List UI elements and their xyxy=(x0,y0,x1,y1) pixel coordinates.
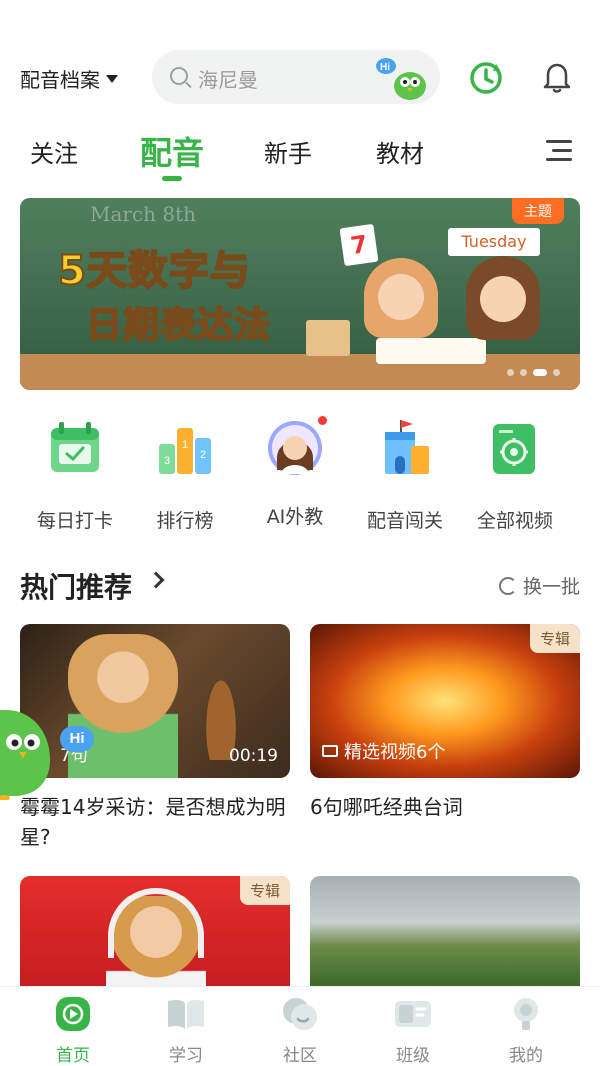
quick-leaderboard[interactable]: 3 1 2 排行榜 xyxy=(130,412,240,533)
ai-teacher-avatar-icon xyxy=(265,416,327,478)
selected-videos-label: 精选视频6个 xyxy=(344,742,446,763)
girl-illustration xyxy=(364,258,438,338)
castle-icon xyxy=(385,420,429,474)
notification-dot xyxy=(318,416,327,425)
dubbing-archive-label: 配音档案 xyxy=(20,68,100,92)
nav-community[interactable]: 社区 xyxy=(260,997,340,1066)
number-card: 7 xyxy=(339,223,379,267)
svg-text:3: 3 xyxy=(164,455,170,467)
video-caption: 霉霉14岁采访：是否想成为明星? xyxy=(20,795,286,849)
refresh-batch-label: 换一批 xyxy=(522,576,580,598)
banner-title-line2: 日期表达法 xyxy=(85,304,272,347)
guitar-thumbnail-figure xyxy=(198,654,244,760)
album-thumbnail: 专辑 精选视频6个 xyxy=(310,624,580,778)
nav-class-label: 班级 xyxy=(396,1046,430,1066)
boy-illustration xyxy=(466,256,540,340)
podium-icon: 3 1 2 xyxy=(159,428,211,474)
category-tabs: 关注 配音 新手 教材 xyxy=(0,128,600,184)
open-book-illustration xyxy=(376,338,486,364)
quick-entries: 每日打卡 3 1 2 排行榜 AI外教 配音闯关 全部视频 xyxy=(0,412,600,532)
nav-profile[interactable]: 我的 xyxy=(486,997,566,1066)
tab-dubbing[interactable]: 配音 xyxy=(140,128,204,174)
top-bar: 配音档案 海尼曼 Hi xyxy=(0,48,600,106)
mascot-hi-bubble: Hi xyxy=(60,726,94,752)
quick-dubbing-challenge-label: 配音闯关 xyxy=(366,510,443,532)
nav-study-label: 学习 xyxy=(169,1046,203,1066)
active-tab-indicator xyxy=(162,176,182,181)
profile-icon xyxy=(514,998,538,1030)
video-target-icon xyxy=(493,424,535,474)
caret-down-icon xyxy=(106,74,118,83)
collection-icon xyxy=(322,745,338,757)
quick-ai-teacher[interactable]: AI外教 xyxy=(240,412,350,529)
pencil-cup-illustration xyxy=(306,320,350,356)
video-duration: 00:19 xyxy=(229,746,278,766)
banner-title-line1: 5天数字与 xyxy=(57,247,251,295)
tabs-menu-icon[interactable] xyxy=(546,140,572,162)
day-card: Tuesday xyxy=(448,228,540,256)
theme-banner[interactable]: March 8th 7 Tuesday 5天数字与 日期表达法 主题 xyxy=(20,198,580,390)
selected-videos-info: 精选视频6个 xyxy=(322,738,445,764)
nav-study[interactable]: 学习 xyxy=(146,997,226,1066)
home-play-icon xyxy=(56,997,90,1031)
album-tag: 专辑 xyxy=(529,624,580,653)
carousel-indicator xyxy=(507,369,560,376)
refresh-batch-button[interactable]: 换一批 xyxy=(498,572,580,599)
quick-daily-checkin-label: 每日打卡 xyxy=(36,510,113,532)
dubbing-archive-dropdown[interactable]: 配音档案 xyxy=(20,64,118,93)
svg-text:1: 1 xyxy=(182,439,188,451)
tab-textbook[interactable]: 教材 xyxy=(376,134,424,169)
quick-ai-teacher-label: AI外教 xyxy=(266,506,324,528)
album-tag: 专辑 xyxy=(239,876,290,905)
tab-beginner[interactable]: 新手 xyxy=(264,134,312,169)
class-icon xyxy=(395,1001,431,1027)
video-thumbnail: 7句 00:19 xyxy=(20,624,290,778)
search-icon xyxy=(170,67,188,85)
banner-desk xyxy=(20,354,580,390)
hot-recommend-title[interactable]: 热门推荐 xyxy=(20,566,132,606)
quick-daily-checkin[interactable]: 每日打卡 xyxy=(20,412,130,533)
nav-home[interactable]: 首页 xyxy=(33,997,113,1066)
bottom-navigation: 首页 学习 社区 班级 我的 xyxy=(0,986,600,1066)
nav-profile-label: 我的 xyxy=(509,1046,543,1066)
nav-class[interactable]: 班级 xyxy=(373,997,453,1066)
calendar-check-icon xyxy=(51,422,99,472)
history-clock-icon[interactable] xyxy=(468,60,504,96)
search-placeholder: 海尼曼 xyxy=(198,68,258,92)
mascot-bird-icon: Hi xyxy=(376,58,426,100)
refresh-icon xyxy=(498,576,517,595)
mascot-hi-text: Hi xyxy=(380,62,390,73)
nav-community-label: 社区 xyxy=(283,1046,317,1066)
banner-board-text: March 8th xyxy=(90,202,197,226)
quick-leaderboard-label: 排行榜 xyxy=(156,510,214,532)
svg-text:2: 2 xyxy=(200,449,206,461)
album-caption: 6句哪吒经典台词 xyxy=(310,795,463,819)
floating-mascot-icon[interactable] xyxy=(0,700,58,800)
quick-dubbing-challenge[interactable]: 配音闯关 xyxy=(350,412,460,533)
tab-follow[interactable]: 关注 xyxy=(30,134,78,169)
community-icon xyxy=(283,998,317,1030)
chevron-right-icon[interactable] xyxy=(147,571,165,589)
album-card[interactable]: 专辑 精选视频6个 6句哪吒经典台词 xyxy=(310,624,580,822)
theme-badge: 主题 xyxy=(512,198,564,224)
notification-bell-icon[interactable] xyxy=(540,60,574,94)
nav-home-label: 首页 xyxy=(56,1046,90,1066)
quick-all-videos-label: 全部视频 xyxy=(476,510,553,532)
book-icon xyxy=(168,999,204,1029)
quick-all-videos[interactable]: 全部视频 xyxy=(460,412,570,533)
search-bar[interactable]: 海尼曼 Hi xyxy=(152,50,440,104)
